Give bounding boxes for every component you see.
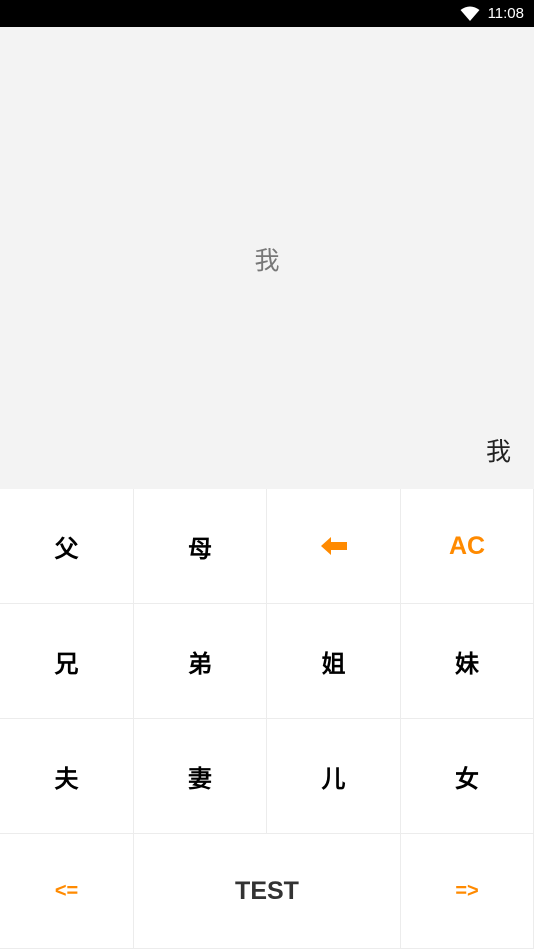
backspace-button[interactable]: [267, 489, 401, 604]
key-younger-brother[interactable]: 弟: [134, 604, 267, 719]
expression-text: 我: [254, 246, 280, 275]
key-elder-sister[interactable]: 姐: [267, 604, 401, 719]
key-wife[interactable]: 妻: [134, 719, 267, 834]
key-husband[interactable]: 夫: [0, 719, 134, 834]
status-bar: 11:08: [0, 0, 534, 27]
key-son[interactable]: 儿: [267, 719, 401, 834]
calculator-display: 我 我: [0, 27, 534, 489]
key-daughter[interactable]: 女: [401, 719, 534, 834]
test-button[interactable]: TEST: [134, 834, 401, 949]
key-younger-sister[interactable]: 妹: [401, 604, 534, 719]
prev-button[interactable]: <=: [0, 834, 134, 949]
relation-keypad: 父 母 AC 兄 弟 姐 妹 夫 妻 儿 女 <= TEST =>: [0, 489, 534, 949]
key-elder-brother[interactable]: 兄: [0, 604, 134, 719]
backspace-arrow-icon: [320, 537, 347, 555]
clear-button[interactable]: AC: [401, 489, 534, 604]
wifi-icon: [460, 6, 480, 21]
status-time: 11:08: [487, 5, 524, 22]
result-text: 我: [485, 437, 511, 466]
key-father[interactable]: 父: [0, 489, 134, 604]
status-icons: 11:08: [460, 0, 524, 27]
next-button[interactable]: =>: [401, 834, 534, 949]
key-mother[interactable]: 母: [134, 489, 267, 604]
